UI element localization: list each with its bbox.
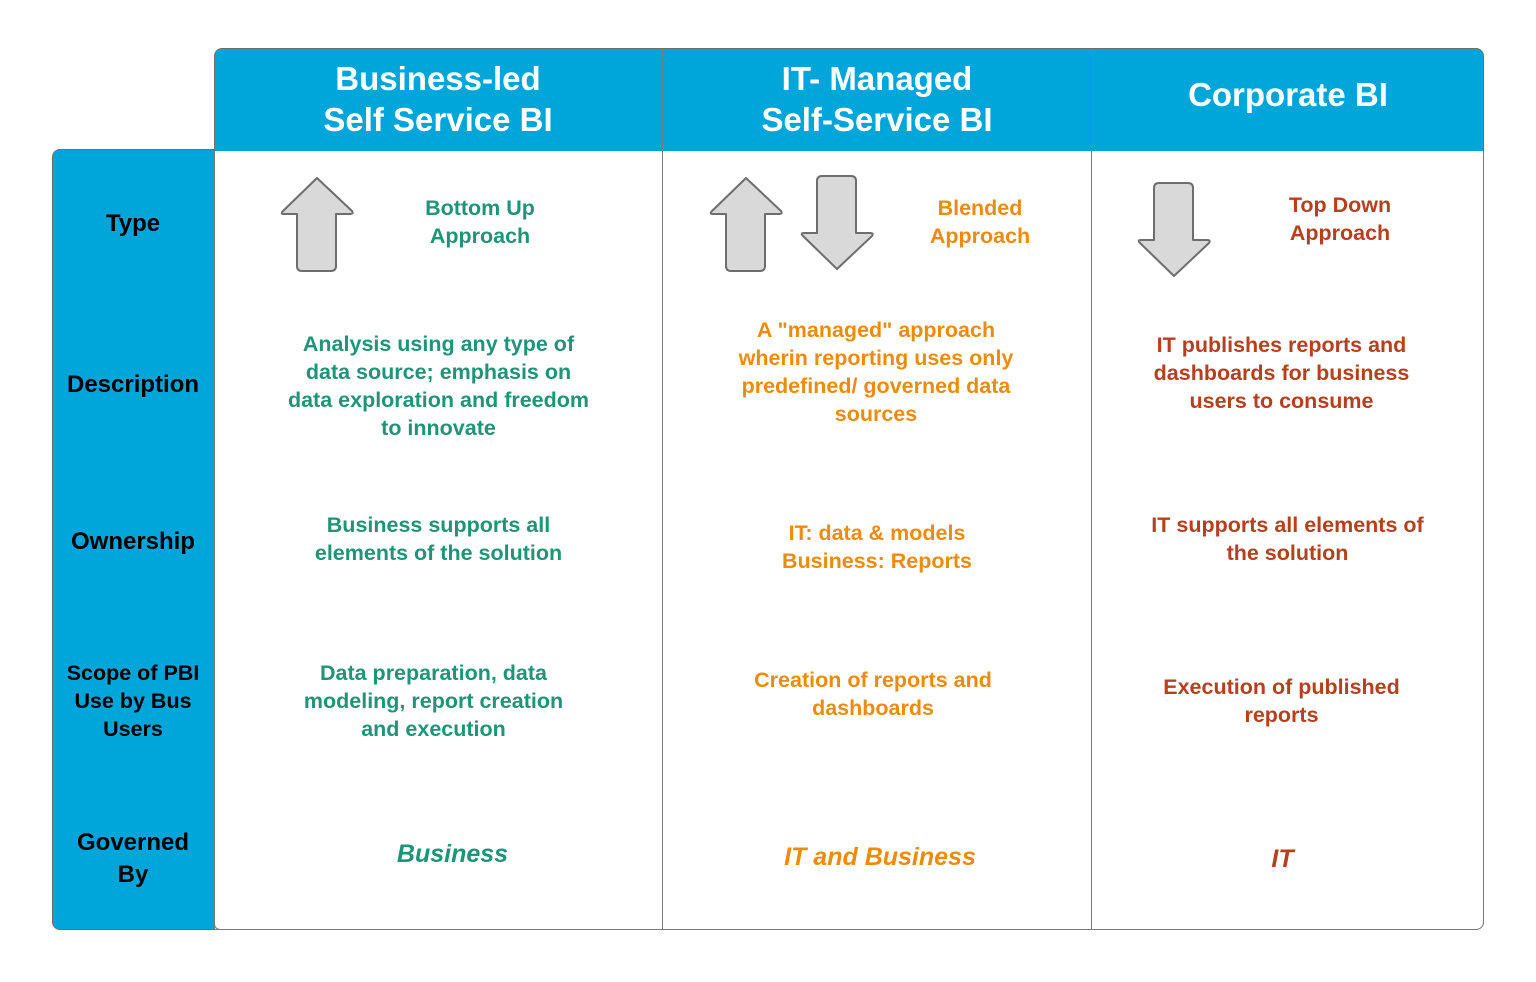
column-header-corporate: Corporate BI (1092, 48, 1484, 152)
column-header-it-managed: IT- Managed Self-Service BI (663, 48, 1092, 152)
row-label-governed-by: Governed By (76, 829, 190, 888)
cell-ownership-business: Business supports all elements of the so… (214, 472, 663, 613)
row-label-ownership: Ownership (70, 528, 196, 555)
cell-description-corporate: IT publishes reports and dashboards for … (1092, 297, 1484, 473)
cell-scope-business: Data preparation, data modeling, report … (214, 612, 663, 790)
cell-scope-corporate: Execution of published reports (1092, 612, 1484, 790)
cell-governed-it: IT and Business (663, 789, 1092, 930)
type-text-business: Bottom Up Approach (425, 196, 535, 248)
type-text-it: Blended Approach (929, 196, 1031, 248)
arrow-down-icon (800, 175, 874, 270)
column-header-label: IT- Managed Self-Service BI (761, 60, 993, 138)
row-label-type: Type (105, 210, 161, 237)
cell-governed-corporate: IT (1092, 789, 1484, 930)
cell-ownership-corporate: IT supports all elements of the solution (1092, 472, 1484, 613)
arrow-up-icon (280, 177, 354, 272)
row-label-description: Description (66, 370, 200, 398)
column-header-business-led: Business-led Self Service BI (214, 48, 663, 152)
arrow-down-icon (1137, 182, 1211, 277)
arrow-up-icon (709, 177, 783, 272)
cell-ownership-it: IT: data & models Business: Reports (663, 472, 1092, 613)
column-header-label: Corporate BI (1188, 75, 1388, 113)
cell-description-business: Analysis using any type of data source; … (214, 297, 663, 473)
cell-governed-business: Business (214, 789, 663, 930)
cell-scope-it: Creation of reports and dashboards (663, 612, 1092, 790)
type-text-corporate: Top Down Approach (1288, 193, 1392, 245)
column-header-label: Business-led Self Service BI (323, 60, 553, 138)
row-label-scope: Scope of PBI Use by Bus Users (66, 660, 200, 741)
cell-description-it: A "managed" approach wherin reporting us… (663, 297, 1092, 473)
